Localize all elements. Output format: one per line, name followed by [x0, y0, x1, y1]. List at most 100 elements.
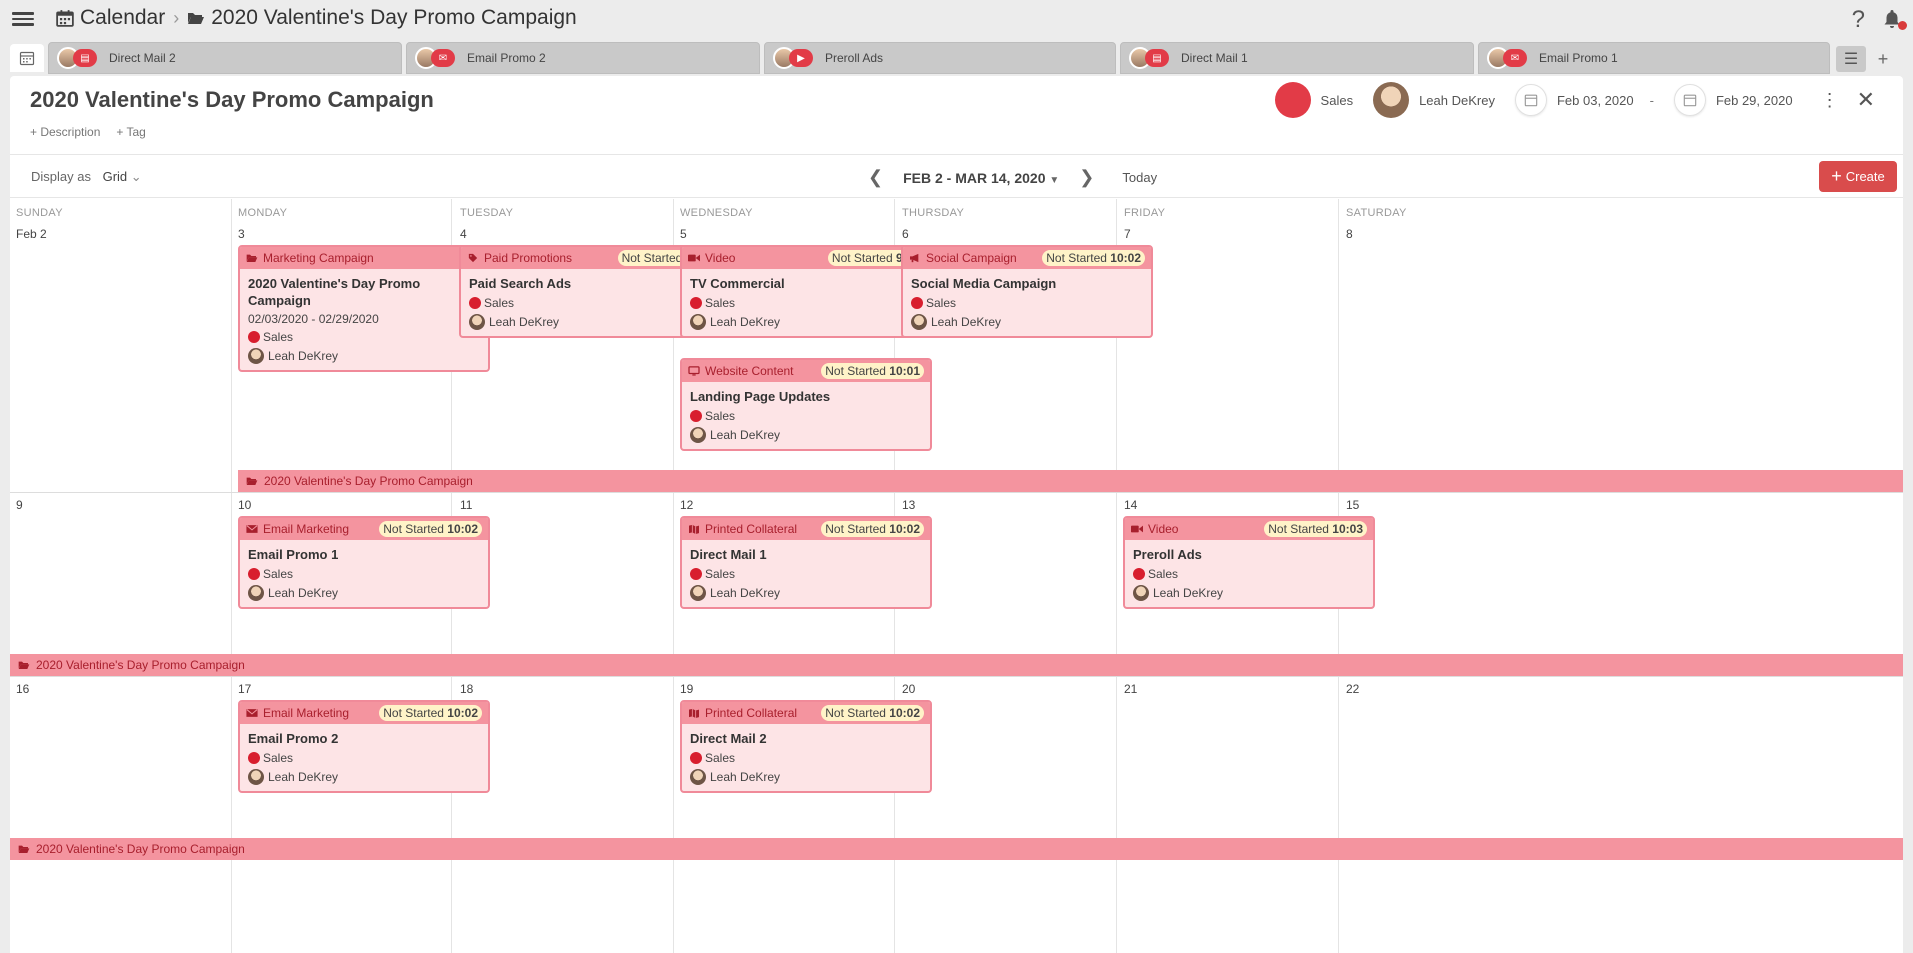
event-owner: Leah DeKrey [710, 315, 781, 329]
day-number: 19 [680, 682, 694, 696]
event-team: Sales [705, 751, 736, 765]
avatar [248, 769, 264, 785]
mail-icon: ✉ [431, 49, 455, 67]
tabs-row: ▤ Direct Mail 2 ✉ Email Promo 2 ▶ Prerol… [0, 40, 1913, 74]
start-date[interactable]: Feb 03, 2020 [1557, 93, 1634, 108]
team-dot [911, 297, 923, 309]
event-type: Video [705, 251, 736, 265]
event-card-landing-page-updates[interactable]: Website Content Not Started 10:01 Landing… [680, 358, 932, 451]
event-type: Marketing Campaign [263, 251, 374, 265]
breadcrumb-calendar[interactable]: Calendar [80, 6, 165, 30]
status-badge: Not Started 10:01 [821, 363, 924, 379]
event-team: Sales [705, 567, 736, 581]
calendar-toolbar: Display as Grid ⌄ ❮ FEB 2 - MAR 14, 2020… [10, 154, 1903, 198]
avatar [248, 348, 264, 364]
tab-direct-mail-1[interactable]: ▤ Direct Mail 1 [1120, 42, 1474, 74]
week-divider [10, 492, 1903, 493]
tab-list-icon[interactable]: ☰ [1836, 46, 1866, 72]
day-number: 10 [238, 498, 252, 512]
tab-direct-mail-2[interactable]: ▤ Direct Mail 2 [48, 42, 402, 74]
status-time: 10:02 [1110, 251, 1141, 265]
campaign-band[interactable]: 2020 Valentine's Day Promo Campaign [238, 470, 1903, 492]
megaphone-icon [910, 253, 919, 263]
add-tag-link[interactable]: + Tag [116, 125, 145, 139]
day-number: 13 [902, 498, 916, 512]
owner-avatar[interactable] [1373, 82, 1410, 118]
date-range-label: FEB 2 - MAR 14, 2020 [903, 169, 1046, 186]
event-card-marketing-campaign[interactable]: Marketing Campaign 2020 Valentine's Day … [238, 245, 490, 372]
tab-calendar[interactable] [10, 44, 44, 72]
event-team: Sales [705, 296, 736, 310]
end-date-calendar-icon[interactable] [1673, 84, 1706, 116]
event-owner: Leah DeKrey [710, 586, 781, 600]
tab-label: Email Promo 1 [1539, 51, 1618, 65]
day-number: 8 [1346, 227, 1353, 241]
day-number: 18 [460, 682, 474, 696]
menu-icon[interactable] [12, 9, 34, 29]
event-title: TV Commercial [690, 276, 785, 291]
event-card-paid-search-ads[interactable]: Paid PromotionsNot Started 10 Paid Searc… [459, 245, 711, 338]
top-bar: Calendar › 2020 Valentine's Day Promo Ca… [0, 0, 1913, 38]
day-header: FRIDAY [1124, 207, 1166, 219]
event-card-email-promo-2[interactable]: Email Marketing Not Started 10:02 Email P… [238, 700, 490, 793]
event-team: Sales [484, 296, 515, 310]
add-tab-icon[interactable]: + [1870, 46, 1896, 72]
create-button[interactable]: + Create [1819, 161, 1897, 192]
chevron-down-icon: ⌄ [130, 169, 142, 184]
breadcrumb: Calendar › 2020 Valentine's Day Promo Ca… [56, 6, 577, 30]
start-date-calendar-icon[interactable] [1514, 84, 1547, 116]
folder-open-icon [18, 845, 30, 853]
event-type: Video [1148, 522, 1179, 536]
display-select[interactable]: Grid ⌄ [103, 169, 142, 184]
team-color-badge[interactable] [1274, 82, 1311, 118]
map-icon: ▤ [73, 49, 97, 67]
team-dot [690, 297, 702, 309]
mail-icon [246, 709, 258, 717]
event-card-tv-commercial[interactable]: VideoNot Started 9:59 TV Commercial Sale… [680, 245, 932, 338]
help-icon[interactable]: ? [1852, 6, 1865, 34]
add-description-link[interactable]: + Description [30, 125, 100, 139]
status-time: 10:01 [889, 364, 920, 378]
tab-preroll-ads[interactable]: ▶ Preroll Ads [764, 42, 1116, 74]
close-icon[interactable]: ✕ [1857, 87, 1875, 113]
create-label: Create [1845, 169, 1885, 184]
more-options-icon[interactable]: ⋮ [1821, 90, 1839, 111]
day-number: 20 [902, 682, 916, 696]
next-range-icon[interactable]: ❯ [1071, 167, 1102, 188]
status-text: Not Started [621, 251, 683, 265]
team-dot [690, 410, 702, 422]
campaign-band[interactable]: 2020 Valentine's Day Promo Campaign [10, 654, 1903, 676]
campaign-band-label: 2020 Valentine's Day Promo Campaign [36, 658, 245, 672]
today-button[interactable]: Today [1122, 170, 1157, 185]
event-card-email-promo-1[interactable]: Email Marketing Not Started 10:02 Email P… [238, 516, 490, 609]
date-range-select[interactable]: FEB 2 - MAR 14, 2020 ▼ [903, 170, 1059, 186]
event-title: Email Promo 1 [248, 547, 339, 562]
event-card-social-media-campaign[interactable]: Social Campaign Not Started 10:02 Social … [901, 245, 1153, 338]
status-badge: Not Started 10:02 [821, 705, 924, 721]
tab-email-promo-1[interactable]: ✉ Email Promo 1 [1478, 42, 1830, 74]
end-date[interactable]: Feb 29, 2020 [1716, 93, 1793, 108]
event-card-preroll-ads[interactable]: Video Not Started 10:03 Preroll Ads Sales… [1123, 516, 1375, 609]
campaign-band-label: 2020 Valentine's Day Promo Campaign [36, 842, 245, 856]
event-card-direct-mail-2[interactable]: Printed Collateral Not Started 10:02 Dire… [680, 700, 932, 793]
previous-range-icon[interactable]: ❮ [860, 167, 891, 188]
map-icon [689, 708, 699, 718]
folder-open-icon [246, 477, 258, 485]
campaign-band[interactable]: 2020 Valentine's Day Promo Campaign [10, 838, 1903, 860]
event-title: Direct Mail 2 [690, 731, 767, 746]
day-header: TUESDAY [460, 207, 514, 219]
event-title: Paid Search Ads [469, 276, 572, 291]
status-text: Not Started [825, 522, 886, 536]
status-badge: Not Started 10:02 [379, 521, 482, 537]
event-type: Email Marketing [263, 706, 350, 720]
event-team: Sales [705, 409, 736, 423]
display-value: Grid [102, 169, 128, 184]
video-icon [1131, 525, 1143, 533]
tab-email-promo-2[interactable]: ✉ Email Promo 2 [406, 42, 760, 74]
day-number: 17 [238, 682, 252, 696]
tab-label: Direct Mail 2 [109, 51, 176, 65]
event-card-direct-mail-1[interactable]: Printed Collateral Not Started 10:02 Dire… [680, 516, 932, 609]
notification-bell-icon[interactable] [1883, 9, 1907, 31]
event-title: Social Media Campaign [911, 276, 1057, 291]
event-team: Sales [926, 296, 957, 310]
